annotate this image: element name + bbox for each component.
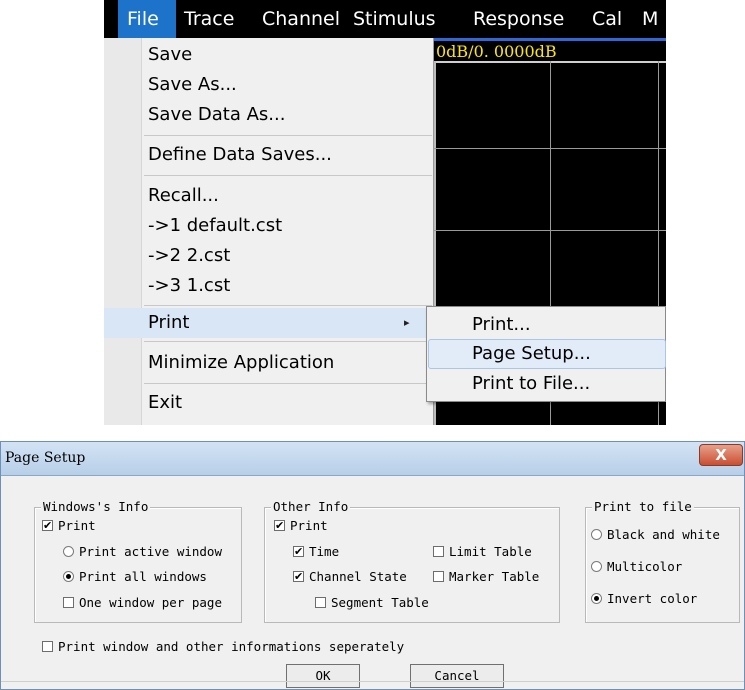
radio-unselected-icon [591,529,602,540]
menu-separator [144,383,432,384]
app-window-menu-screenshot: File Trace Channel Stimulus Response Cal… [104,0,666,425]
multicolor-radio[interactable]: Multicolor [591,558,682,576]
checkbox-unchecked-icon [433,546,444,557]
radio-selected-icon [63,571,74,582]
other-info-legend: Other Info [271,499,351,514]
radio-unselected-icon [591,561,602,572]
limit-table-label: Limit Table [449,544,532,559]
menu-bar: File Trace Channel Stimulus Response Cal… [104,0,666,38]
windows-print-checkbox[interactable]: Print [42,517,96,535]
menu-item-recent-3[interactable]: ->3 1.cst [104,271,432,301]
close-button[interactable]: X [699,444,743,466]
time-label: Time [309,544,340,559]
other-print-checkbox[interactable]: Print [274,517,328,535]
checkbox-unchecked-icon [42,641,53,652]
dialog-title: Page Setup [5,450,86,466]
marker-table-checkbox[interactable]: Marker Table [433,568,539,586]
menu-separator [144,341,432,342]
multicolor-label: Multicolor [607,559,683,574]
other-info-group: Other Info Print Time Channel State Segm… [264,499,560,623]
page-setup-dialog: Page Setup X Windows's Info Print Print … [0,441,745,690]
checkbox-unchecked-icon [63,597,74,608]
file-menu-dropdown: Save Save As... Save Data As... Define D… [104,38,434,425]
checkbox-checked-icon [42,517,53,535]
other-print-label: Print [290,518,328,533]
menu-more[interactable]: M [642,0,658,38]
menu-item-save-data-as[interactable]: Save Data As... [104,100,432,130]
print-submenu: Print... Page Setup... Print to File... [426,306,666,402]
menu-item-save-as[interactable]: Save As... [104,70,432,100]
checkbox-checked-icon [293,568,304,586]
print-active-window-radio[interactable]: Print active window [63,543,222,561]
print-all-windows-label: Print all windows [79,569,207,584]
menu-item-minimize-application[interactable]: Minimize Application [104,348,432,378]
cancel-button[interactable]: Cancel [410,664,504,688]
checkbox-checked-icon [293,543,304,561]
menu-separator [144,175,432,176]
black-and-white-label: Black and white [607,527,720,542]
submenu-item-page-setup[interactable]: Page Setup... [428,339,666,369]
menu-stimulus[interactable]: Stimulus [353,0,436,38]
print-separately-checkbox[interactable]: Print window and other informations sepe… [42,638,404,656]
print-separately-label: Print window and other informations sepe… [58,639,405,654]
menu-item-recent-1[interactable]: ->1 default.cst [104,211,432,241]
windows-info-legend: Windows's Info [41,499,151,514]
menu-item-recent-2[interactable]: ->2 2.cst [104,241,432,271]
print-to-file-group: Print to file Black and white Multicolor… [585,499,740,623]
menu-item-save[interactable]: Save [104,40,432,70]
segment-table-checkbox[interactable]: Segment Table [315,594,429,612]
menu-file[interactable]: File [118,0,176,38]
radio-selected-icon [591,593,602,604]
menu-channel[interactable]: Channel [262,0,340,38]
invert-color-radio[interactable]: Invert color [591,590,697,608]
menu-item-print[interactable]: Print ▸ [104,308,432,338]
one-window-per-page-label: One window per page [79,595,222,610]
dialog-bottom-edge [1,681,744,682]
menu-item-print-label: Print [148,312,190,333]
limit-table-checkbox[interactable]: Limit Table [433,543,532,561]
ok-button[interactable]: OK [286,664,360,688]
dialog-title-bar: Page Setup X [1,442,744,476]
windows-print-label: Print [58,518,96,533]
menu-item-exit[interactable]: Exit [104,388,432,418]
checkbox-unchecked-icon [315,597,326,608]
menu-separator [144,305,432,306]
trace-scale-label: 0dB/0. 0000dB [436,42,557,61]
menu-cal[interactable]: Cal [592,0,622,38]
channel-state-label: Channel State [309,569,407,584]
menu-separator [144,135,432,136]
channel-state-checkbox[interactable]: Channel State [293,568,407,586]
print-to-file-legend: Print to file [592,499,694,514]
marker-table-label: Marker Table [449,569,540,584]
menu-item-recall[interactable]: Recall... [104,181,432,211]
checkbox-unchecked-icon [433,571,444,582]
invert-color-label: Invert color [607,591,698,606]
submenu-item-print[interactable]: Print... [428,310,666,340]
print-all-windows-radio[interactable]: Print all windows [63,568,207,586]
checkbox-checked-icon [274,517,285,535]
menu-trace[interactable]: Trace [184,0,234,38]
submenu-arrow-icon: ▸ [404,316,410,329]
one-window-per-page-checkbox[interactable]: One window per page [63,594,222,612]
segment-table-label: Segment Table [331,595,429,610]
radio-unselected-icon [63,546,74,557]
black-and-white-radio[interactable]: Black and white [591,526,720,544]
time-checkbox[interactable]: Time [293,543,339,561]
print-active-window-label: Print active window [79,544,222,559]
menu-item-define-data-saves[interactable]: Define Data Saves... [104,140,432,170]
windows-info-group: Windows's Info Print Print active window… [34,499,242,623]
menu-response[interactable]: Response [473,0,564,38]
submenu-item-print-to-file[interactable]: Print to File... [428,369,666,399]
